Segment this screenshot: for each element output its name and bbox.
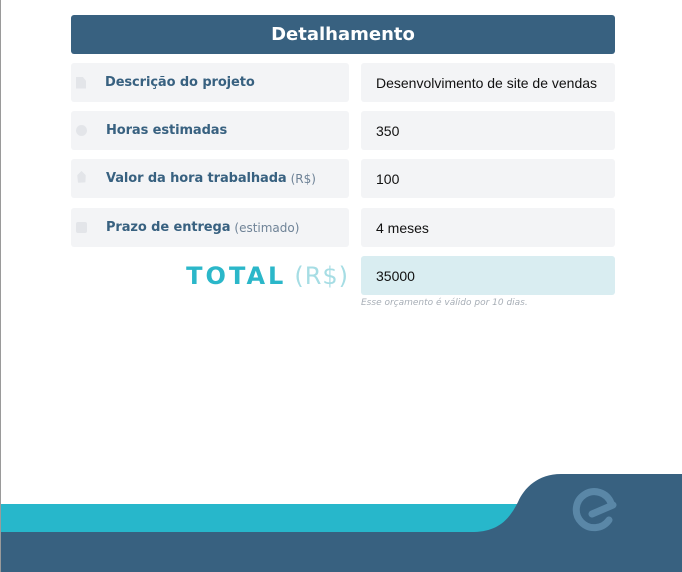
tag-icon xyxy=(74,171,90,187)
clock-icon xyxy=(76,125,87,136)
row-project-description: Descrição do projeto Desenvolvimento de … xyxy=(71,63,615,102)
label-subtext: (R$) xyxy=(290,171,316,186)
estimated-hours-field[interactable]: 350 xyxy=(361,111,615,150)
label-text: Horas estimadas xyxy=(106,123,228,138)
section-title: Detalhamento xyxy=(71,15,615,54)
validity-note: Esse orçamento é válido por 10 dias. xyxy=(361,298,528,308)
label-text: Prazo de entrega xyxy=(106,220,231,235)
label-text: Descrição do projeto xyxy=(105,75,255,90)
estimated-hours-label: Horas estimadas xyxy=(71,111,349,150)
total-currency: (R$) xyxy=(294,261,349,290)
total-value-field[interactable]: 35000 xyxy=(361,256,615,295)
document-icon xyxy=(76,76,86,89)
project-description-label: Descrição do projeto xyxy=(71,63,349,102)
delivery-time-label: Prazo de entrega (estimado) xyxy=(71,208,349,247)
label-text: Valor da hora trabalhada xyxy=(106,171,287,186)
hourly-rate-field[interactable]: 100 xyxy=(361,159,615,198)
total-label: TOTAL (R$) xyxy=(71,256,349,295)
footer-banner xyxy=(1,470,682,572)
delivery-time-field[interactable]: 4 meses xyxy=(361,208,615,247)
label-subtext: (estimado) xyxy=(234,220,300,235)
row-hourly-rate: Valor da hora trabalhada (R$) 100 xyxy=(71,159,615,198)
project-description-field[interactable]: Desenvolvimento de site de vendas xyxy=(361,63,615,102)
total-word: TOTAL xyxy=(186,261,287,290)
row-delivery-time: Prazo de entrega (estimado) 4 meses xyxy=(71,208,615,247)
row-estimated-hours: Horas estimadas 350 xyxy=(71,111,615,150)
hourly-rate-label: Valor da hora trabalhada (R$) xyxy=(71,159,349,198)
footer-shapes xyxy=(1,474,682,572)
box-icon xyxy=(76,222,87,233)
